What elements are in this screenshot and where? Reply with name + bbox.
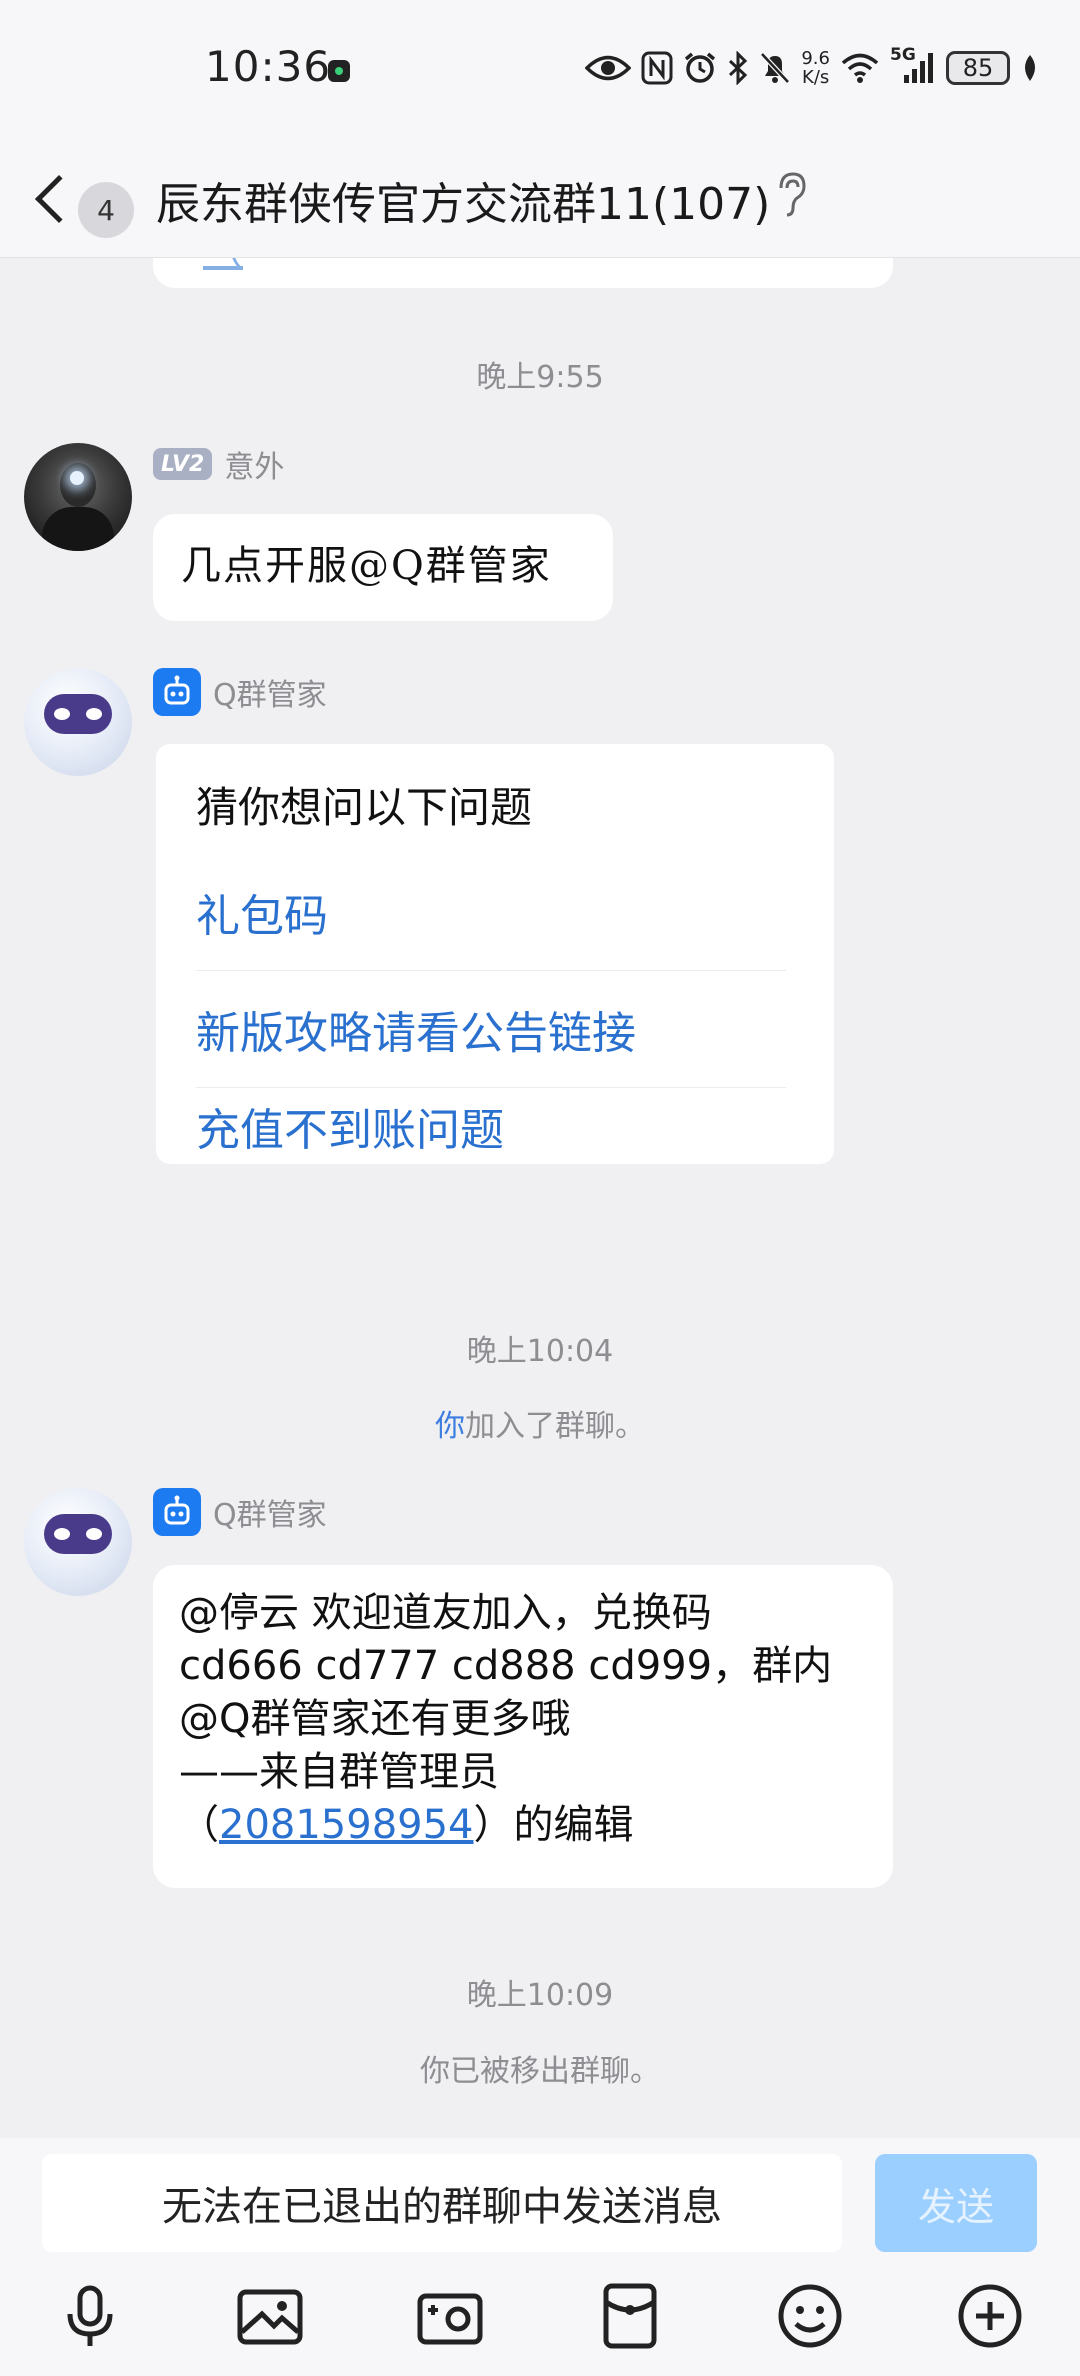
microphone-icon[interactable] (54, 2280, 126, 2352)
leaf-icon (1020, 53, 1040, 83)
send-button[interactable]: 发送 (875, 2154, 1037, 2252)
input-area: 无法在已退出的群聊中发送消息 发送 (0, 2138, 1080, 2376)
chevron-left-icon (34, 174, 84, 224)
bot-avatar[interactable] (24, 668, 132, 776)
mute-bell-icon (759, 51, 791, 85)
sender-name[interactable]: Q群管家 (213, 670, 327, 714)
signal-5g-icon: 5G (890, 45, 936, 85)
time-separator: 晚上10:09 (466, 1978, 614, 2013)
sender-name[interactable]: 意外 (224, 442, 284, 486)
battery-icon: 85 (946, 50, 1010, 85)
status-time: 10:36 (205, 42, 332, 91)
message-bubble[interactable]: 几点开服@Q群管家 (153, 514, 613, 621)
faq-item-guide[interactable]: 新版攻略请看公告链接 (196, 970, 786, 1087)
sender-row: Q群管家 (153, 1488, 327, 1536)
group-title[interactable]: 辰东群侠传官方交流群11(107) (156, 168, 770, 232)
nfc-icon (641, 51, 673, 85)
bot-avatar[interactable] (24, 1488, 132, 1596)
ear-icon[interactable] (775, 170, 807, 220)
plus-icon[interactable] (954, 2280, 1026, 2352)
card-title: 猜你想问以下问题 (196, 783, 533, 832)
image-icon[interactable] (234, 2280, 306, 2352)
join-notice: 你加入了群聊。 (435, 1409, 645, 1444)
message-text: 几点开服@Q群管家 (181, 543, 552, 589)
alarm-icon (683, 51, 717, 85)
eye-icon (585, 53, 632, 83)
removed-notice: 你已被移出群聊。 (420, 2054, 660, 2089)
chat-header: 4 辰东群侠传官方交流群11(107) (0, 140, 1080, 258)
status-bar: 10:36 9.6 K/s 5G 85 (0, 0, 1080, 140)
net-speed: 9.6 K/s (801, 47, 830, 88)
notification-dot-icon (328, 60, 350, 82)
time-separator: 晚上10:04 (466, 1334, 614, 1369)
avatar[interactable] (24, 443, 132, 551)
level-badge: LV2 (153, 448, 213, 480)
unread-count-badge: 4 (78, 182, 134, 238)
message-text: @停云 欢迎道友加入，兑换码 cd666 cd777 cd888 cd999，群… (179, 1590, 833, 1848)
clipped-previous-bubble: （ (153, 258, 893, 288)
bluetooth-icon (727, 50, 749, 85)
input-toolbar (0, 2268, 1080, 2368)
you-link[interactable]: 你 (435, 1409, 465, 1444)
admin-qq-link[interactable]: 2081598954 (219, 1802, 474, 1848)
clipped-link: （ (203, 258, 243, 276)
red-packet-icon[interactable] (594, 2280, 666, 2352)
faq-card: 猜你想问以下问题 礼包码 新版攻略请看公告链接 充值不到账问题 (156, 744, 834, 1164)
chat-messages[interactable]: （ 晚上9:55 LV2 意外 几点开服@Q群管家 Q群管家 猜你想问以下问题 … (0, 258, 1080, 2138)
robot-icon (153, 668, 201, 716)
camera-icon[interactable] (414, 2280, 486, 2352)
wifi-icon (840, 52, 880, 84)
faq-item-recharge[interactable]: 充值不到账问题 (196, 1087, 786, 1164)
sender-row: Q群管家 (153, 668, 327, 716)
faq-item-gift-code[interactable]: 礼包码 (196, 853, 786, 970)
sender-name[interactable]: Q群管家 (213, 1490, 327, 1534)
message-bubble[interactable]: @停云 欢迎道友加入，兑换码 cd666 cd777 cd888 cd999，群… (153, 1565, 893, 1888)
status-icons: 9.6 K/s 5G 85 (585, 45, 1040, 90)
emoji-icon[interactable] (774, 2280, 846, 2352)
sender-row: LV2 意外 (153, 440, 284, 488)
robot-icon (153, 1488, 201, 1536)
message-input[interactable]: 无法在已退出的群聊中发送消息 (42, 2154, 842, 2252)
time-separator: 晚上9:55 (476, 360, 604, 395)
